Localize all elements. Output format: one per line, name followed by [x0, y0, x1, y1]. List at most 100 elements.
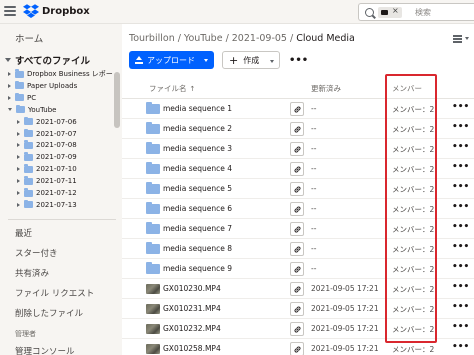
row-more-button[interactable]: •••: [452, 342, 469, 352]
file-name[interactable]: media sequence 9: [163, 264, 232, 273]
list-view-icon[interactable]: [453, 35, 462, 43]
copy-link-button[interactable]: [290, 102, 304, 116]
sidebar-item-all-files[interactable]: すべてのファイル: [5, 53, 90, 67]
sidebar-item-file-requests[interactable]: ファイル リクエスト: [15, 287, 94, 299]
file-name[interactable]: media sequence 6: [163, 204, 232, 213]
file-name[interactable]: media sequence 1: [163, 104, 232, 113]
sidebar-item-recent[interactable]: 最近: [15, 227, 32, 239]
sidebar-tree-item[interactable]: 2021-07-07: [17, 128, 77, 140]
chevron-right-icon[interactable]: [8, 83, 11, 88]
chevron-right-icon[interactable]: [17, 202, 20, 207]
copy-link-button[interactable]: [290, 162, 304, 176]
row-more-button[interactable]: •••: [452, 262, 469, 272]
sidebar-tree-item[interactable]: 2021-07-13: [17, 199, 77, 211]
chevron-right-icon[interactable]: [17, 167, 20, 172]
sidebar-tree-item[interactable]: YouTube: [8, 104, 56, 116]
chevron-right-icon[interactable]: [8, 72, 11, 76]
sidebar-tree-item[interactable]: 2021-07-08: [17, 139, 77, 151]
sidebar-tree-item[interactable]: 2021-07-11: [17, 175, 77, 187]
row-more-button[interactable]: •••: [452, 122, 469, 132]
table-row[interactable]: media sequence 1 -- メンバー：2 •••: [122, 99, 474, 119]
chevron-right-icon[interactable]: [17, 119, 20, 124]
close-icon[interactable]: ×: [392, 6, 399, 15]
table-row[interactable]: GX010258.MP4 2021-09-05 17:21 メンバー：2 •••: [122, 339, 474, 355]
file-name[interactable]: media sequence 5: [163, 184, 232, 193]
file-name[interactable]: media sequence 2: [163, 124, 232, 133]
table-row[interactable]: media sequence 4 -- メンバー：2 •••: [122, 159, 474, 179]
table-row[interactable]: GX010232.MP4 2021-09-05 17:21 メンバー：2 •••: [122, 319, 474, 339]
search-input[interactable]: × 検索: [358, 3, 474, 21]
row-more-button[interactable]: •••: [452, 242, 469, 252]
table-row[interactable]: media sequence 9 -- メンバー：2 •••: [122, 259, 474, 279]
table-row[interactable]: media sequence 7 -- メンバー：2 •••: [122, 219, 474, 239]
copy-link-button[interactable]: [290, 222, 304, 236]
column-header-modified[interactable]: 更新済み: [311, 83, 341, 94]
chevron-right-icon[interactable]: [17, 191, 20, 195]
more-actions-button[interactable]: •••: [289, 55, 308, 66]
breadcrumb-item[interactable]: 2021-09-05: [232, 33, 287, 44]
sidebar-tree-item[interactable]: 2021-07-12: [17, 187, 77, 199]
sidebar-tree-item[interactable]: Dropbox Business レポー: [8, 68, 113, 80]
file-name[interactable]: media sequence 8: [163, 244, 232, 253]
sidebar-scrollbar[interactable]: [114, 72, 120, 128]
copy-link-button[interactable]: [290, 242, 304, 256]
sidebar-item-starred[interactable]: スター付き: [15, 247, 58, 259]
copy-link-button[interactable]: [290, 342, 304, 355]
copy-link-button[interactable]: [290, 202, 304, 216]
table-row[interactable]: media sequence 5 -- メンバー：2 •••: [122, 179, 474, 199]
breadcrumb-item[interactable]: Tourbillon: [129, 33, 175, 44]
row-more-button[interactable]: •••: [452, 222, 469, 232]
sidebar-tree-item[interactable]: PC: [8, 92, 36, 104]
chevron-down-icon[interactable]: [465, 37, 469, 40]
file-name[interactable]: media sequence 7: [163, 224, 232, 233]
chevron-right-icon[interactable]: [17, 155, 20, 160]
chevron-right-icon[interactable]: [17, 131, 20, 136]
row-more-button[interactable]: •••: [452, 322, 469, 332]
row-more-button[interactable]: •••: [452, 302, 469, 312]
file-name[interactable]: GX010230.MP4: [163, 284, 221, 293]
hamburger-menu-icon[interactable]: [4, 6, 16, 17]
copy-link-button[interactable]: [290, 142, 304, 156]
sidebar-tree-item[interactable]: 2021-07-06: [17, 116, 77, 128]
row-more-button[interactable]: •••: [452, 202, 469, 212]
sidebar-item-home[interactable]: ホーム: [15, 31, 43, 45]
table-row[interactable]: GX010230.MP4 2021-09-05 17:21 メンバー：2 •••: [122, 279, 474, 299]
column-header-name[interactable]: ファイル名 ↑: [149, 83, 195, 94]
row-more-button[interactable]: •••: [452, 162, 469, 172]
file-name[interactable]: GX010231.MP4: [163, 304, 221, 313]
sidebar-tree-item[interactable]: 2021-07-10: [17, 163, 77, 175]
copy-link-button[interactable]: [290, 182, 304, 196]
chevron-right-icon[interactable]: [17, 143, 20, 148]
copy-link-button[interactable]: [290, 262, 304, 276]
sidebar-item-deleted-files[interactable]: 削除したファイル: [15, 307, 83, 319]
copy-link-button[interactable]: [290, 282, 304, 296]
search-scope-chip[interactable]: ×: [378, 6, 402, 18]
copy-link-button[interactable]: [290, 122, 304, 136]
row-more-button[interactable]: •••: [452, 142, 469, 152]
upload-button[interactable]: アップロード: [129, 51, 214, 69]
column-header-members[interactable]: メンバー: [392, 83, 422, 94]
file-name[interactable]: GX010258.MP4: [163, 344, 221, 353]
sidebar-item-shared[interactable]: 共有済み: [15, 267, 49, 279]
brand[interactable]: Dropbox: [23, 4, 90, 18]
table-row[interactable]: media sequence 6 -- メンバー：2 •••: [122, 199, 474, 219]
row-more-button[interactable]: •••: [452, 282, 469, 292]
copy-link-button[interactable]: [290, 322, 304, 336]
file-name[interactable]: media sequence 4: [163, 164, 232, 173]
table-row[interactable]: GX010231.MP4 2021-09-05 17:21 メンバー：2 •••: [122, 299, 474, 319]
table-row[interactable]: media sequence 8 -- メンバー：2 •••: [122, 239, 474, 259]
breadcrumb-item[interactable]: YouTube: [184, 33, 223, 44]
chevron-down-icon[interactable]: [8, 108, 12, 112]
row-more-button[interactable]: •••: [452, 102, 469, 112]
chevron-right-icon[interactable]: [17, 179, 20, 184]
table-row[interactable]: media sequence 3 -- メンバー：2 •••: [122, 139, 474, 159]
sidebar-tree-item[interactable]: Paper Uploads: [8, 80, 77, 92]
copy-link-button[interactable]: [290, 302, 304, 316]
create-button[interactable]: + 作成: [222, 51, 280, 69]
sidebar-item-admin-console[interactable]: 管理コンソール: [15, 345, 75, 355]
chevron-right-icon[interactable]: [8, 95, 11, 100]
file-name[interactable]: media sequence 3: [163, 144, 232, 153]
row-more-button[interactable]: •••: [452, 182, 469, 192]
table-row[interactable]: media sequence 2 -- メンバー：2 •••: [122, 119, 474, 139]
sidebar-tree-item[interactable]: 2021-07-09: [17, 151, 77, 163]
